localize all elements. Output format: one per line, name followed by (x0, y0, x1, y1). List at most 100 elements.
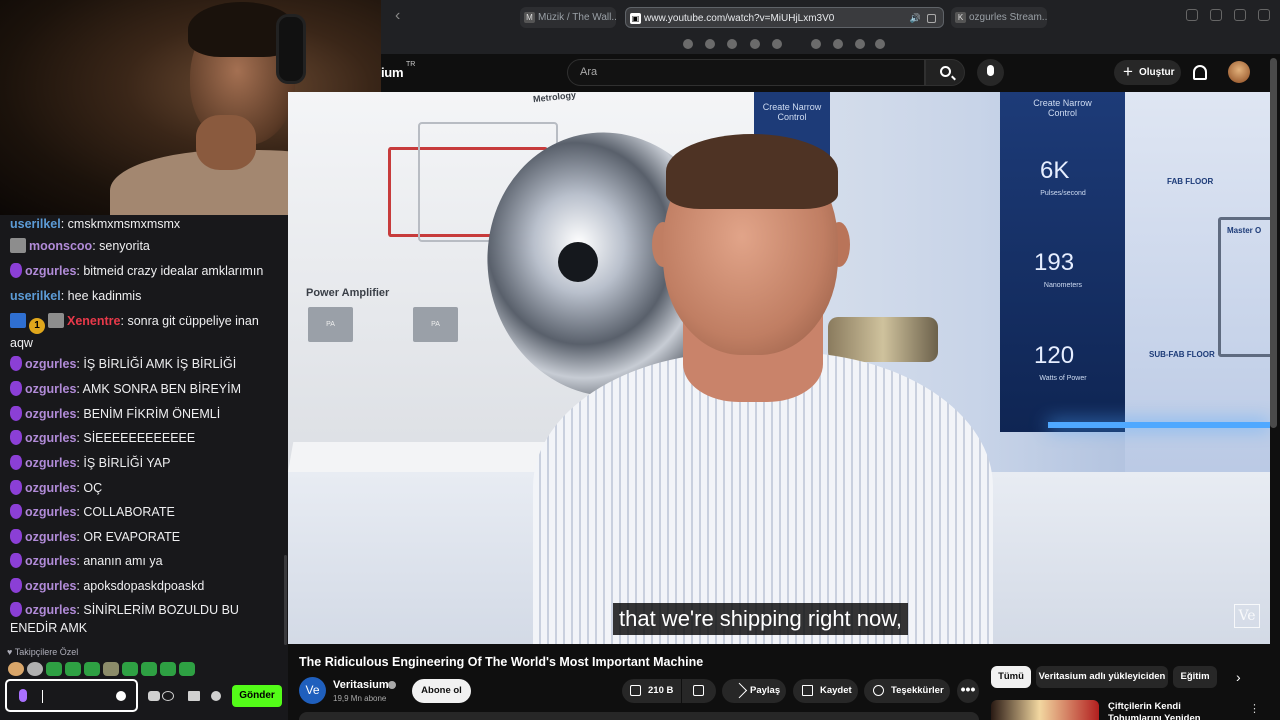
back-arrow-icon[interactable]: ‹ (395, 7, 400, 25)
chat-message-text: : ananın amı ya (76, 554, 163, 568)
search-input[interactable]: Ara (567, 59, 925, 86)
mic-icon (19, 689, 27, 702)
tab-overview-icon[interactable] (1258, 9, 1270, 21)
mic-badge-icon (10, 455, 22, 470)
emote-icon[interactable] (160, 662, 176, 676)
tab-youtube-address[interactable]: ▣ www.youtube.com/watch?v=MiUHjLxm3V0 🔊 (625, 7, 944, 28)
voice-search-button[interactable] (977, 59, 1004, 86)
infinity-icon[interactable] (162, 691, 174, 701)
channel-watermark[interactable]: Ve (1234, 604, 1260, 628)
bookmark-icon[interactable] (833, 39, 843, 49)
more-actions-button[interactable]: ••• (957, 679, 979, 703)
chip-all[interactable]: Tümü (991, 666, 1031, 688)
chip-from-uploader[interactable]: Veritasium adlı yükleyiciden (1036, 666, 1168, 688)
chat-input[interactable] (5, 679, 138, 712)
chat-message: ozgurles: BENİM FİKRİM ÖNEMLİ (10, 405, 282, 423)
chat-message: ozgurles: İŞ BİRLİĞİ YAP (10, 454, 282, 472)
emote-icon[interactable] (65, 662, 81, 676)
like-button[interactable]: 210 B (622, 679, 681, 703)
emote-icon[interactable] (122, 662, 138, 676)
chat-username[interactable]: moonscoo (29, 239, 92, 253)
youtube-logo[interactable]: ium (381, 65, 404, 80)
scene-master-box: Master O (1218, 217, 1270, 357)
stat-value: 6K (1040, 157, 1070, 184)
emote-icon[interactable] (27, 662, 43, 676)
kick-favicon-icon: K (955, 12, 966, 23)
address-url[interactable]: www.youtube.com/watch?v=MiUHjLxm3V0 (644, 13, 834, 24)
browser-actions (1186, 9, 1270, 21)
new-tab-icon[interactable] (1234, 9, 1246, 21)
share-button[interactable]: Paylaş (722, 679, 786, 703)
recommended-title[interactable]: Çiftçilerin Kendi Tohumlarını Yeniden Ek… (1108, 701, 1228, 720)
extension-icon[interactable] (1186, 9, 1198, 21)
bookmark-icon[interactable] (772, 39, 782, 49)
account-avatar[interactable] (1228, 61, 1250, 83)
bookmark-icon[interactable] (811, 39, 821, 49)
recommended-menu-icon[interactable]: ⋮ (1249, 702, 1260, 715)
chat-username[interactable]: ozgurles (25, 264, 76, 278)
chat-username[interactable]: ozgurles (25, 554, 76, 568)
description-box[interactable] (299, 712, 979, 720)
stat-value: 193 (1034, 249, 1075, 276)
dislike-button[interactable] (682, 679, 716, 703)
chat-scrollbar[interactable] (284, 555, 287, 645)
gift-badge-icon: 1 (29, 318, 45, 334)
chat-username[interactable]: userilkel (10, 289, 61, 303)
reader-icon[interactable] (927, 14, 936, 23)
bookmark-icon[interactable] (705, 39, 715, 49)
bookmark-icon[interactable] (750, 39, 760, 49)
audio-playing-icon[interactable]: 🔊 (910, 8, 921, 27)
create-button[interactable]: Oluştur (1114, 59, 1181, 85)
chat-username[interactable]: ozgurles (25, 357, 76, 371)
channel-avatar[interactable]: Ve (299, 677, 326, 704)
chat-username[interactable]: ozgurles (25, 505, 76, 519)
chat-message-text: : İŞ BİRLİĞİ AMK İŞ BİRLİĞİ (76, 357, 237, 371)
chat-username[interactable]: ozgurles (25, 481, 76, 495)
chat-username[interactable]: ozgurles (25, 431, 76, 445)
subscribe-button[interactable]: Abone ol (412, 679, 471, 703)
store-icon[interactable] (188, 691, 200, 701)
chat-username[interactable]: ozgurles (25, 382, 76, 396)
thanks-button[interactable]: Teşekkürler (864, 679, 950, 703)
chip-education[interactable]: Eğitim (1173, 666, 1217, 688)
emoji-icon[interactable] (116, 691, 126, 701)
people-icon[interactable] (148, 691, 160, 701)
chat-username[interactable]: ozgurles (25, 579, 76, 593)
page-scrollbar[interactable] (1270, 58, 1277, 428)
chat-username[interactable]: Xenentre (67, 314, 121, 328)
emote-icon[interactable] (141, 662, 157, 676)
bookmark-icon[interactable] (875, 39, 885, 49)
bookmark-icon[interactable] (727, 39, 737, 49)
notifications-bell-icon[interactable] (1193, 65, 1207, 80)
chat-username[interactable]: userilkel (10, 217, 61, 231)
chat-username[interactable]: ozgurles (25, 456, 76, 470)
emote-icon[interactable] (179, 662, 195, 676)
tab-muzik[interactable]: M Müzik / The Wall... (520, 7, 616, 28)
emote-icon[interactable] (8, 662, 24, 676)
bookmark-icon[interactable] (683, 39, 693, 49)
chevron-right-icon[interactable]: › (1236, 666, 1250, 688)
chat-message: ozgurles: COLLABORATE (10, 503, 282, 521)
emote-icon[interactable] (103, 662, 119, 676)
recommended-thumbnail[interactable] (991, 700, 1099, 720)
emote-icon[interactable] (46, 662, 62, 676)
chat-username[interactable]: ozgurles (25, 530, 76, 544)
mic-badge-icon (10, 263, 22, 278)
tab-stream[interactable]: K ozgurles Stream... (951, 7, 1047, 28)
gear-icon[interactable] (211, 691, 221, 701)
save-button[interactable]: Kaydet (793, 679, 858, 703)
search-placeholder: Ara (580, 66, 598, 78)
chat-username[interactable]: ozgurles (25, 603, 76, 617)
stat-label: Pulses/second (1040, 190, 1086, 197)
bookmarks-bar (381, 34, 1280, 54)
chat-message: ozgurles: İŞ BİRLİĞİ AMK İŞ BİRLİĞİ (10, 355, 282, 373)
share-icon[interactable] (1210, 9, 1222, 21)
search-button[interactable] (925, 59, 965, 86)
send-button[interactable]: Gönder (232, 685, 282, 707)
emote-icon[interactable] (84, 662, 100, 676)
save-label: Kaydet (820, 685, 852, 696)
video-player[interactable]: Metrology Power Amplifier PA PA Create N… (288, 92, 1270, 644)
channel-name[interactable]: Veritasium (333, 679, 389, 691)
bookmark-icon[interactable] (855, 39, 865, 49)
chat-username[interactable]: ozgurles (25, 407, 76, 421)
